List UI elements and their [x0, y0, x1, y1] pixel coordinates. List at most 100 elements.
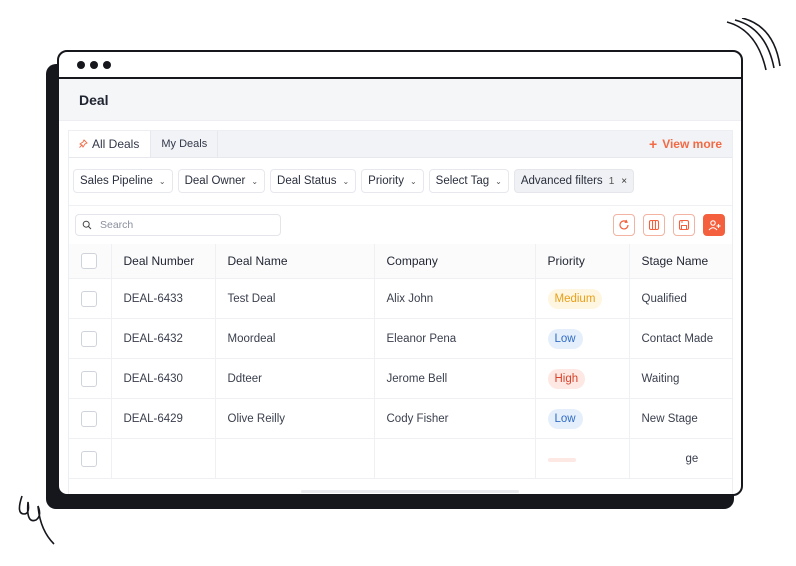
title-bar: [59, 52, 741, 79]
priority-badge: High: [547, 368, 586, 389]
deal-number-cell: DEAL-6433: [111, 278, 216, 319]
search-icon: [82, 220, 92, 230]
select-tag-dropdown[interactable]: Select Tag ⌄: [428, 169, 509, 193]
column-header[interactable]: Stage Name: [629, 244, 732, 279]
page-title: Deal: [79, 91, 109, 108]
priority-cell: Low: [535, 398, 630, 439]
window-dot-icon: [90, 60, 98, 69]
select-all-checkbox[interactable]: [81, 253, 97, 269]
view-more-label: View more: [662, 137, 722, 151]
window-dot-icon: [103, 60, 111, 69]
priority-badge: [547, 457, 576, 462]
save-button[interactable]: [673, 214, 695, 236]
table-toolbar: [69, 205, 732, 244]
company-cell: Alix John: [374, 278, 536, 319]
filter-bar: Sales Pipeline ⌄ Deal Owner ⌄ Deal Status ⌄…: [69, 158, 732, 196]
pin-icon: [79, 139, 88, 148]
close-icon[interactable]: ×: [621, 176, 627, 187]
row-checkbox[interactable]: [81, 290, 97, 307]
filter-label: Sales Pipeline: [80, 175, 153, 187]
sales-pipeline-dropdown[interactable]: Sales Pipeline ⌄: [73, 169, 173, 193]
deal-number-cell: DEAL-6429: [111, 398, 216, 439]
row-checkbox[interactable]: [81, 450, 97, 467]
stage-cell: Contact Made: [629, 318, 732, 359]
stage-cell: Qualified: [629, 278, 732, 319]
row-select-cell: [69, 318, 112, 359]
priority-cell: Medium: [535, 278, 630, 319]
refresh-icon: [619, 219, 629, 230]
column-header[interactable]: Company: [374, 244, 536, 279]
chevron-down-icon: ⌄: [495, 176, 502, 186]
row-checkbox[interactable]: [81, 330, 97, 347]
priority-badge: Low: [547, 408, 583, 429]
deals-card: All Deals My Deals + View more Sales Pip…: [68, 130, 733, 494]
advanced-filters-chip[interactable]: Advanced filters 1 ×: [513, 169, 635, 193]
row-checkbox[interactable]: [81, 410, 97, 427]
column-header[interactable]: Priority: [535, 244, 630, 279]
view-more-button[interactable]: + View more: [649, 131, 722, 157]
deal-number-cell: DEAL-6430: [111, 358, 216, 399]
filter-label: Select Tag: [435, 175, 490, 187]
deals-table: Deal Number Deal Name Company Priority S…: [69, 244, 732, 479]
add-user-button[interactable]: [703, 214, 725, 236]
table-row[interactable]: ge: [69, 438, 732, 479]
deal-name-cell: Moordeal: [215, 318, 375, 359]
deal-name-cell: Test Deal: [215, 278, 375, 319]
filter-count: 1: [608, 175, 615, 187]
table-row[interactable]: DEAL-6432 Moordeal Eleanor Pena Low Cont…: [69, 318, 732, 359]
columns-button[interactable]: [643, 214, 665, 236]
tab-my-deals[interactable]: My Deals: [151, 131, 219, 157]
select-all-cell: [69, 244, 112, 279]
company-cell: Jerome Bell: [374, 358, 536, 399]
priority-dropdown[interactable]: Priority ⌄: [361, 169, 424, 193]
refresh-button[interactable]: [613, 214, 635, 236]
deal-number-cell: [111, 438, 216, 479]
deal-number-cell: DEAL-6432: [111, 318, 216, 359]
priority-badge: Low: [547, 328, 583, 349]
company-cell: Eleanor Pena: [374, 318, 536, 359]
stage-cell: Waiting: [629, 358, 732, 399]
table-header-row: Deal Number Deal Name Company Priority S…: [69, 244, 732, 279]
search-input[interactable]: [98, 218, 272, 232]
app-window: Deal All Deals My Deals + View more Sale…: [57, 50, 743, 496]
tab-label: All Deals: [92, 137, 140, 151]
deal-name-cell: [215, 438, 375, 479]
row-checkbox[interactable]: [81, 370, 97, 387]
table-row[interactable]: DEAL-6433 Test Deal Alix John Medium Qua…: [69, 278, 732, 319]
priority-cell: High: [535, 358, 630, 399]
company-cell: [374, 438, 536, 479]
tab-bar: All Deals My Deals + View more: [69, 131, 732, 158]
tab-all-deals[interactable]: All Deals: [69, 131, 152, 157]
chevron-down-icon: ⌄: [158, 176, 166, 186]
add-user-icon: [708, 220, 720, 231]
tab-label: My Deals: [161, 138, 208, 150]
row-select-cell: [69, 398, 112, 439]
deal-name-cell: Ddteer: [215, 358, 375, 399]
deal-status-dropdown[interactable]: Deal Status ⌄: [270, 169, 357, 193]
priority-cell: Low: [535, 318, 630, 359]
stage-cell: ge: [629, 438, 732, 479]
column-header[interactable]: Deal Number: [111, 244, 216, 279]
row-select-cell: [69, 358, 112, 399]
chevron-down-icon: ⌄: [409, 176, 417, 186]
priority-cell: [535, 438, 630, 479]
deal-owner-dropdown[interactable]: Deal Owner ⌄: [177, 169, 266, 193]
filter-label: Advanced filters: [520, 175, 603, 187]
plus-icon: +: [649, 136, 658, 152]
filter-label: Deal Owner: [184, 175, 246, 187]
column-header[interactable]: Deal Name: [215, 244, 375, 279]
chevron-down-icon: ⌄: [251, 176, 259, 186]
filter-label: Priority: [368, 175, 404, 187]
save-icon: [678, 219, 690, 231]
table-row[interactable]: DEAL-6429 Olive Reilly Cody Fisher Low N…: [69, 398, 732, 439]
table-row[interactable]: DEAL-6430 Ddteer Jerome Bell High Waitin…: [69, 358, 732, 399]
stage-text: ge: [685, 452, 699, 465]
company-cell: Cody Fisher: [374, 398, 536, 439]
stage-cell: New Stage: [629, 398, 732, 439]
search-box: [75, 214, 281, 236]
deal-name-cell: Olive Reilly: [215, 398, 375, 439]
chevron-down-icon: ⌄: [342, 176, 350, 186]
horizontal-scrollbar[interactable]: [301, 490, 519, 493]
filter-label: Deal Status: [277, 175, 337, 187]
columns-icon: [648, 219, 660, 231]
